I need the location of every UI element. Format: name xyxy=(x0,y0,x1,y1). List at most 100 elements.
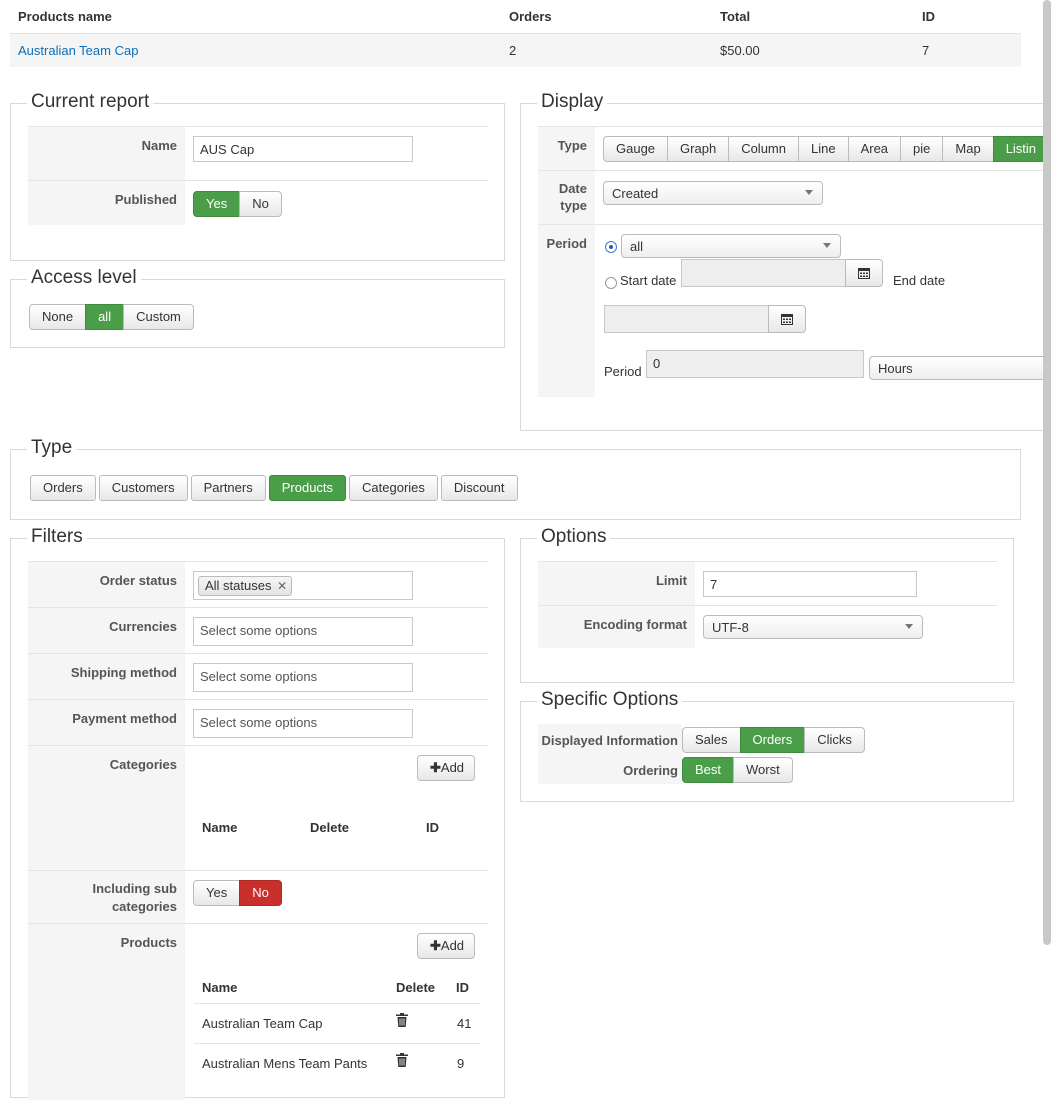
date-type-select[interactable]: Created xyxy=(603,181,823,205)
payment-row: Payment method Select some options xyxy=(28,699,488,746)
ordering-worst-button[interactable]: Worst xyxy=(733,757,793,783)
display-legend: Display xyxy=(537,91,608,113)
product-link[interactable]: Australian Team Cap xyxy=(202,1016,322,1031)
limit-input[interactable]: 7 xyxy=(703,571,917,597)
currencies-input[interactable]: Select some options xyxy=(193,617,413,646)
period-select[interactable]: all xyxy=(621,234,841,258)
payment-label: Payment method xyxy=(28,700,185,746)
close-icon[interactable]: ✕ xyxy=(277,579,287,593)
ordering-toggle: Best Worst xyxy=(682,757,793,783)
add-category-button[interactable]: ✚Add xyxy=(417,755,476,781)
type-column-button[interactable]: Column xyxy=(728,136,799,162)
specific-options-fieldset: Specific Options Displayed Information S… xyxy=(520,689,1014,802)
shipping-row: Shipping method Select some options xyxy=(28,653,488,700)
products-label: Products xyxy=(28,924,185,1100)
vertical-scrollbar[interactable] xyxy=(1043,0,1051,945)
encoding-row: Encoding format UTF-8 xyxy=(538,605,997,648)
start-date-radio[interactable] xyxy=(605,277,617,289)
date-type-value: Created xyxy=(612,186,659,201)
period-unit-select[interactable]: Hours xyxy=(869,356,1051,380)
shipping-input[interactable]: Select some options xyxy=(193,663,413,692)
options-fieldset: Options Limit 7 Encoding format UTF-8 xyxy=(520,526,1014,683)
categories-col-name: Name xyxy=(202,820,238,835)
chevron-down-icon xyxy=(905,624,913,629)
access-custom-button[interactable]: Custom xyxy=(123,304,194,330)
ordering-row: Ordering Best Worst xyxy=(538,754,997,784)
type-products-button[interactable]: Products xyxy=(268,475,347,501)
period-all-radio[interactable] xyxy=(605,241,617,253)
access-level-legend: Access level xyxy=(27,267,141,289)
displayed-info-toggle: Sales Orders Clicks xyxy=(682,727,865,753)
table-row: Australian Team Cap 41 xyxy=(194,1003,480,1044)
categories-col-delete: Delete xyxy=(310,820,350,835)
published-yes-button[interactable]: Yes xyxy=(193,191,241,217)
access-none-button[interactable]: None xyxy=(29,304,87,330)
trash-icon[interactable] xyxy=(396,1013,408,1030)
start-date-calendar-button[interactable] xyxy=(845,259,883,287)
type-discount-button[interactable]: Discount xyxy=(440,475,518,501)
results-table-header: Products name Orders Total ID xyxy=(10,0,1021,33)
type-graph-button[interactable]: Graph xyxy=(667,136,730,162)
period-row: Period all Start date End date Period 0 … xyxy=(538,224,1051,397)
start-date-input[interactable] xyxy=(681,259,846,287)
period-select-value: all xyxy=(630,239,644,254)
order-status-input[interactable]: All statuses ✕ xyxy=(193,571,413,600)
encoding-value: UTF-8 xyxy=(712,620,749,635)
period-label: Period xyxy=(538,225,595,397)
order-status-row: Order status All statuses ✕ xyxy=(28,561,488,608)
displayed-info-row: Displayed Information Sales Orders Click… xyxy=(538,724,997,754)
end-date-input[interactable] xyxy=(604,305,769,333)
displayed-orders-button[interactable]: Orders xyxy=(739,727,806,753)
display-type-toggle: Gauge Graph Column Line Area pie Map Lis… xyxy=(603,136,1050,162)
specific-options-legend: Specific Options xyxy=(537,689,683,711)
payment-input[interactable]: Select some options xyxy=(193,709,413,738)
add-category-label: Add xyxy=(440,760,465,775)
col-products-name: Products name xyxy=(18,9,112,24)
cell-id: 7 xyxy=(922,43,930,58)
type-line-button[interactable]: Line xyxy=(797,136,849,162)
published-toggle: Yes No xyxy=(193,191,282,217)
end-date-label: End date xyxy=(893,273,946,288)
products-col-name: Name xyxy=(202,980,238,995)
display-type-label: Type xyxy=(538,127,595,171)
order-status-tag: All statuses ✕ xyxy=(198,576,293,596)
type-pie-button[interactable]: pie xyxy=(900,136,944,162)
type-map-button[interactable]: Map xyxy=(942,136,994,162)
sub-categories-no-button[interactable]: No xyxy=(239,880,282,906)
type-area-button[interactable]: Area xyxy=(847,136,902,162)
encoding-select[interactable]: UTF-8 xyxy=(703,615,923,639)
sub-categories-toggle: Yes No xyxy=(193,880,282,906)
current-report-fieldset: Current report Name AUS Cap Published Ye… xyxy=(10,91,505,261)
add-product-button[interactable]: ✚Add xyxy=(417,933,476,959)
report-type-legend: Type xyxy=(27,437,77,459)
date-type-row: Date type Created xyxy=(538,170,1051,225)
report-name-input[interactable]: AUS Cap xyxy=(193,136,413,162)
filters-fieldset: Filters Order status All statuses ✕ Curr… xyxy=(10,526,505,1100)
type-partners-button[interactable]: Partners xyxy=(190,475,266,501)
name-row: Name AUS Cap xyxy=(28,126,488,181)
access-all-button[interactable]: all xyxy=(85,304,125,330)
product-link[interactable]: Australian Mens Team Pants xyxy=(202,1056,367,1071)
period-unit-value: Hours xyxy=(878,361,913,376)
sub-categories-yes-button[interactable]: Yes xyxy=(193,880,241,906)
type-listing-button[interactable]: Listin xyxy=(992,136,1050,162)
categories-row: Categories ✚Add Name Delete ID xyxy=(28,745,488,871)
end-date-calendar-button[interactable] xyxy=(768,305,806,333)
displayed-sales-button[interactable]: Sales xyxy=(682,727,741,753)
ordering-best-button[interactable]: Best xyxy=(682,757,735,783)
product-id: 9 xyxy=(457,1056,465,1071)
type-categories-button[interactable]: Categories xyxy=(349,475,438,501)
order-status-label: Order status xyxy=(28,562,185,608)
type-orders-button[interactable]: Orders xyxy=(30,475,96,501)
products-col-id: ID xyxy=(456,980,469,995)
col-total: Total xyxy=(720,9,751,24)
type-gauge-button[interactable]: Gauge xyxy=(603,136,669,162)
period-amount-input[interactable]: 0 xyxy=(646,350,864,378)
chevron-down-icon xyxy=(805,190,813,195)
trash-icon[interactable] xyxy=(396,1053,408,1070)
type-customers-button[interactable]: Customers xyxy=(98,475,188,501)
published-no-button[interactable]: No xyxy=(239,191,282,217)
col-id: ID xyxy=(922,9,935,24)
product-link[interactable]: Australian Team Cap xyxy=(18,43,138,58)
displayed-clicks-button[interactable]: Clicks xyxy=(804,727,865,753)
